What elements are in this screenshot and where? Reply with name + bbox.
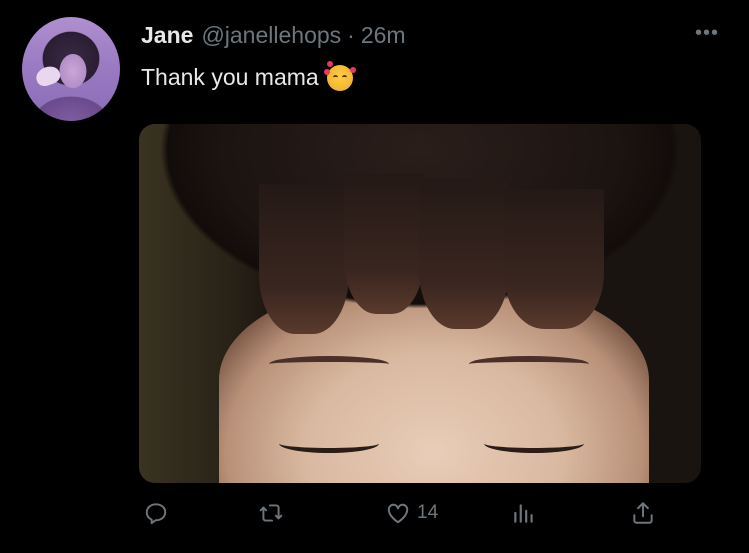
tweet-actions: 14	[0, 500, 749, 540]
retweet-button[interactable]	[258, 500, 284, 526]
tweet-text-content: Thank you mama	[141, 64, 319, 90]
tweet-timestamp[interactable]: 26m	[361, 22, 406, 49]
reply-button[interactable]	[143, 500, 169, 526]
author-name[interactable]: Jane	[141, 22, 193, 49]
header-separator: ·	[347, 22, 355, 48]
photo-bang	[344, 174, 424, 314]
share-icon	[633, 502, 653, 524]
tweet-photo[interactable]	[139, 124, 701, 483]
share-button[interactable]	[630, 500, 656, 526]
photo-bang	[419, 179, 509, 329]
avatar[interactable]	[22, 17, 120, 121]
photo-bang	[504, 189, 604, 329]
photo-bang	[259, 184, 349, 334]
photo-eyelash-right	[484, 434, 584, 453]
reply-icon	[145, 503, 167, 525]
analytics-button[interactable]	[511, 500, 537, 526]
smiling-face-with-hearts-icon	[323, 60, 356, 91]
photo-eyelash-left	[279, 434, 379, 453]
photo-brow-left	[269, 356, 389, 372]
tweet-header: Jane @janellehops · 26m	[141, 22, 406, 52]
like-count: 14	[417, 502, 439, 523]
author-handle[interactable]: @janellehops	[201, 22, 341, 49]
like-icon	[387, 503, 409, 524]
more-options-icon[interactable]: •••	[695, 22, 719, 45]
like-button[interactable]: 14	[385, 500, 438, 526]
avatar-hat-shape	[33, 63, 63, 89]
analytics-icon	[514, 504, 533, 523]
retweet-icon	[259, 504, 283, 522]
photo-brow-right	[469, 356, 589, 372]
tweet-text: Thank you mama	[141, 60, 356, 91]
